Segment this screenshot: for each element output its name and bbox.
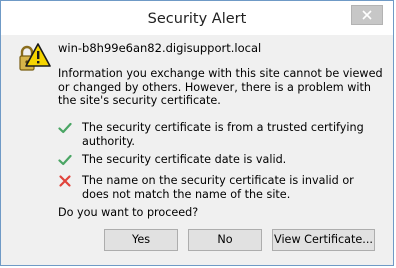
view-certificate-button[interactable]: View Certificate... — [272, 229, 375, 251]
check-item-text: The security certificate date is valid. — [82, 153, 287, 166]
info-text: Information you exchange with this site … — [58, 67, 383, 107]
check-item-text: The name on the security certificate is … — [82, 174, 354, 201]
security-alert-dialog: Security Alert win-b8h99e6an82.digisuppo… — [0, 0, 394, 266]
check-icon — [58, 122, 72, 134]
dialog-title: Security Alert — [147, 11, 247, 27]
no-button[interactable]: No — [188, 229, 262, 251]
proceed-question: Do you want to proceed? — [58, 206, 199, 219]
x-icon — [59, 175, 71, 187]
yes-button[interactable]: Yes — [104, 229, 178, 251]
check-icon — [58, 154, 72, 166]
close-button[interactable] — [351, 5, 383, 25]
dialog-content: win-b8h99e6an82.digisupport.local Inform… — [7, 35, 387, 259]
close-icon — [362, 10, 372, 20]
site-hostname: win-b8h99e6an82.digisupport.local — [58, 41, 262, 55]
title-bar: Security Alert — [1, 1, 393, 35]
check-item-text: The security certificate is from a trust… — [82, 121, 364, 148]
lock-warning-icon — [19, 43, 51, 71]
